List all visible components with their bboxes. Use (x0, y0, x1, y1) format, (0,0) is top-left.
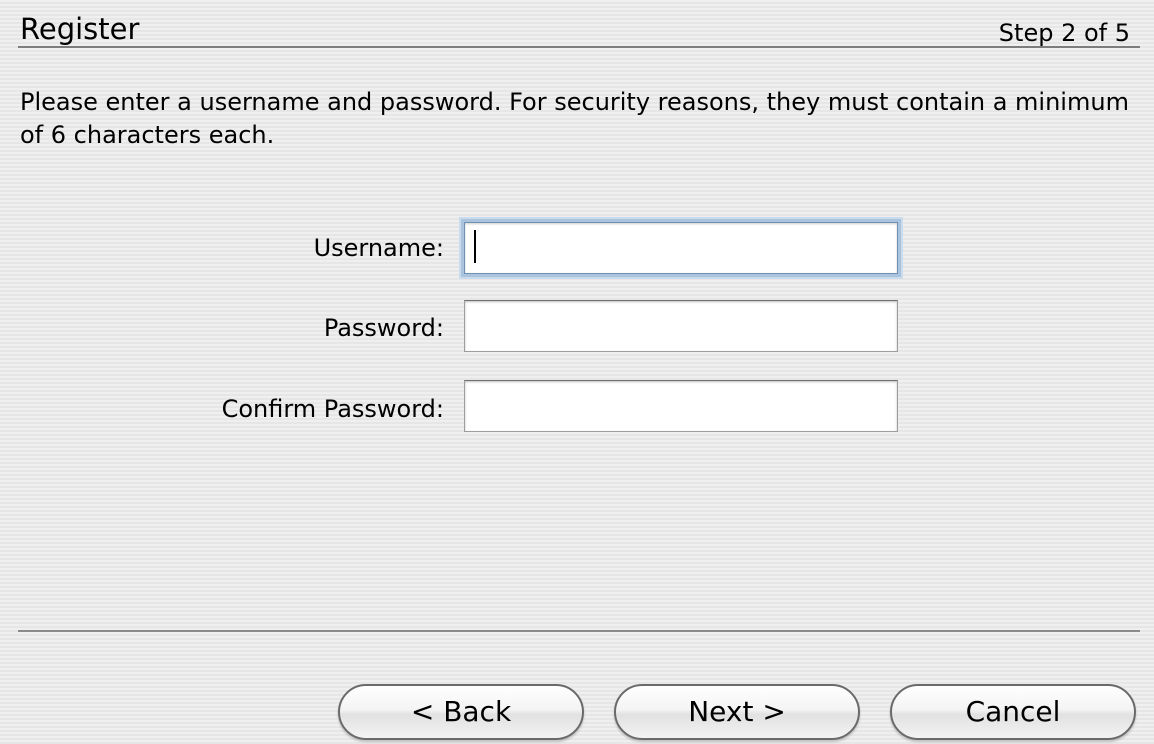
username-input[interactable] (464, 222, 898, 274)
cancel-button[interactable]: Cancel (890, 684, 1136, 740)
confirm-password-input[interactable] (464, 380, 898, 432)
next-button[interactable]: Next > (614, 684, 860, 740)
username-label: Username: (313, 234, 444, 262)
password-input[interactable] (464, 300, 898, 352)
confirm-password-label: Confirm Password: (221, 395, 444, 423)
back-button[interactable]: < Back (338, 684, 584, 740)
step-indicator: Step 2 of 5 (998, 19, 1130, 47)
page-header: Register Step 2 of 5 (18, 10, 1140, 48)
instructions-text: Please enter a username and password. Fo… (20, 88, 1129, 149)
footer-divider (18, 630, 1140, 632)
text-caret (474, 230, 476, 263)
page-title: Register (20, 12, 140, 46)
password-label: Password: (323, 314, 444, 342)
